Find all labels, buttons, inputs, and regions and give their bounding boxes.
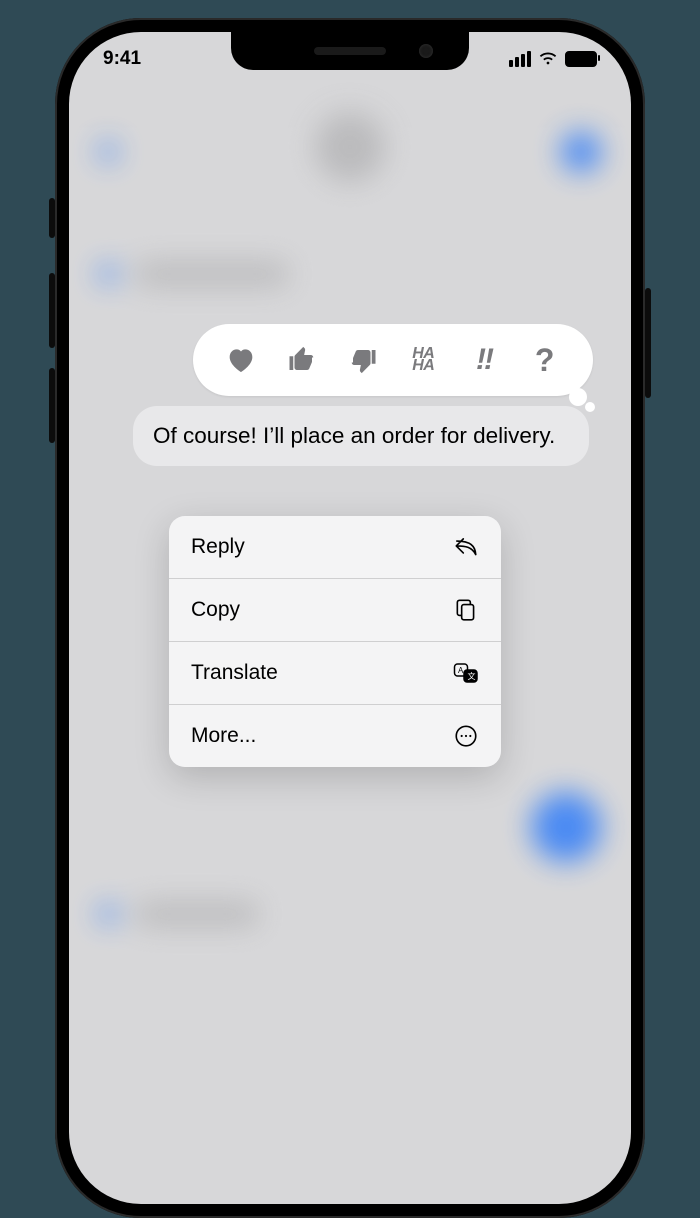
context-menu: Reply Copy Translate A文 More... <box>169 516 501 767</box>
tapback-heart[interactable] <box>219 338 263 382</box>
tapback-exclaim[interactable]: !! <box>462 338 506 382</box>
message-text: Of course! I’ll place an order for deliv… <box>153 423 555 448</box>
wifi-icon <box>538 49 558 69</box>
volume-down-button <box>49 368 55 443</box>
menu-copy-label: Copy <box>191 598 240 622</box>
svg-text:文: 文 <box>468 671 476 681</box>
status-indicators <box>509 49 597 69</box>
tapback-thumbs-up[interactable] <box>280 338 324 382</box>
haha-icon: HA HA <box>412 348 434 373</box>
copy-icon <box>453 597 479 623</box>
message-bubble[interactable]: Of course! I’ll place an order for deliv… <box>133 406 589 466</box>
tapback-question[interactable]: ? <box>523 338 567 382</box>
notch <box>231 32 469 70</box>
phone-frame: 9:41 <box>55 18 645 1218</box>
menu-translate-label: Translate <box>191 661 278 685</box>
status-time: 9:41 <box>103 48 141 70</box>
cellular-signal-icon <box>509 51 531 67</box>
thumbs-down-icon <box>348 345 378 375</box>
question-icon: ? <box>535 342 555 379</box>
menu-copy[interactable]: Copy <box>169 579 501 642</box>
power-button <box>645 288 651 398</box>
heart-icon <box>225 344 257 376</box>
battery-icon <box>565 51 597 67</box>
screen: 9:41 <box>69 32 631 1204</box>
thumbs-up-icon <box>287 345 317 375</box>
reply-icon <box>453 534 479 560</box>
menu-more-label: More... <box>191 724 256 748</box>
tapback-bar: HA HA !! ? <box>193 324 593 396</box>
exclaim-icon: !! <box>476 343 492 377</box>
volume-up-button <box>49 273 55 348</box>
menu-reply-label: Reply <box>191 535 245 559</box>
menu-translate[interactable]: Translate A文 <box>169 642 501 705</box>
svg-text:A: A <box>458 666 464 675</box>
translate-icon: A文 <box>453 660 479 686</box>
tapback-thumbs-down[interactable] <box>341 338 385 382</box>
menu-reply[interactable]: Reply <box>169 516 501 579</box>
front-camera <box>419 44 433 58</box>
speaker-grill <box>314 47 386 55</box>
silent-switch <box>49 198 55 238</box>
tapback-haha[interactable]: HA HA <box>401 338 445 382</box>
more-icon <box>453 723 479 749</box>
menu-more[interactable]: More... <box>169 705 501 767</box>
